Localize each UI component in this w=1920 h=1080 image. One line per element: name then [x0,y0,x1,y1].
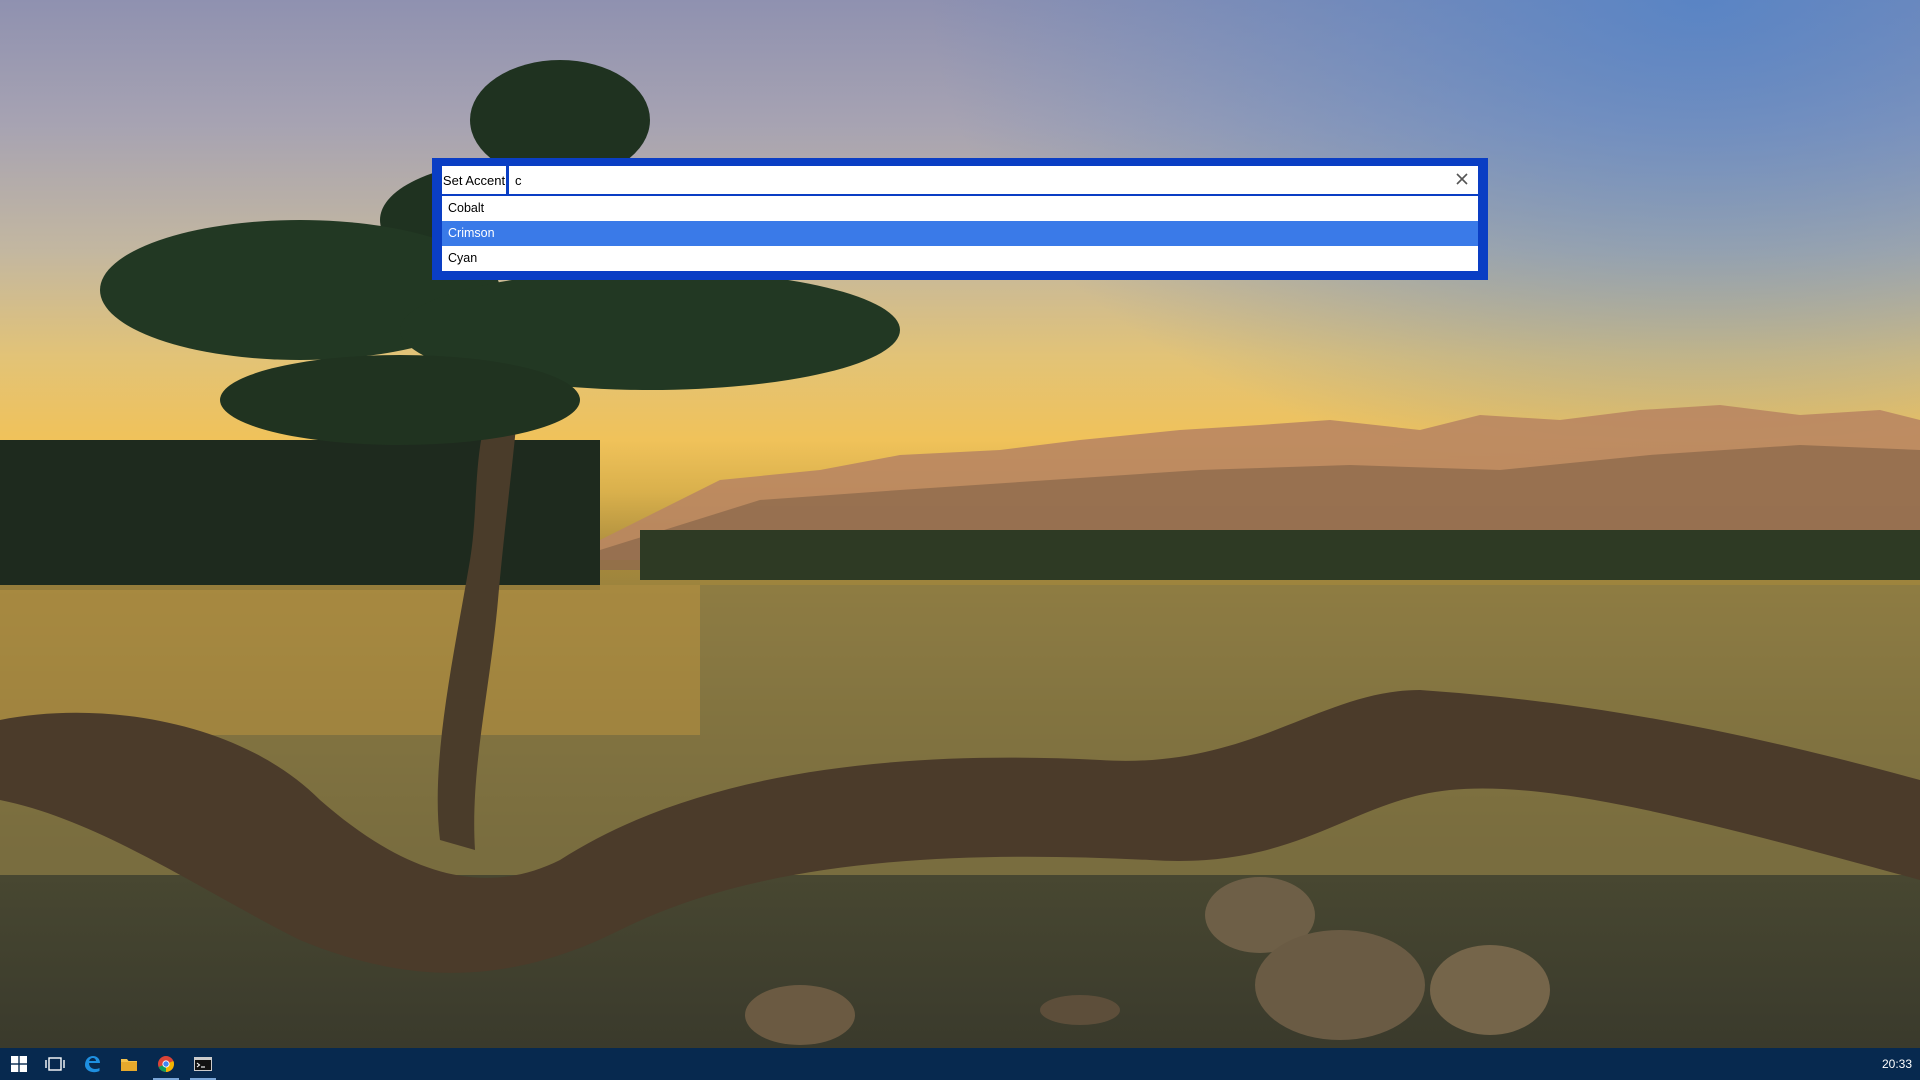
edge-taskbar-button[interactable] [73,1048,111,1080]
search-box [509,166,1478,194]
command-prompt-icon [194,1057,212,1071]
result-item-cyan[interactable]: Cyan [442,246,1478,271]
command-palette: Set Accent Cobalt Crimson Cyan [432,158,1488,280]
task-view-icon [45,1057,65,1071]
edge-browser-icon [85,1056,100,1073]
command-row: Set Accent [442,166,1478,194]
task-view-button[interactable] [36,1048,74,1080]
command-label: Set Accent [442,166,509,194]
windows-start-icon [11,1056,27,1072]
search-input[interactable] [509,167,1478,193]
start-button[interactable] [0,1048,38,1080]
clear-button[interactable] [1452,169,1472,189]
close-icon [1456,173,1468,185]
result-item-crimson[interactable]: Crimson [442,221,1478,246]
chrome-taskbar-button[interactable] [147,1048,185,1080]
system-clock[interactable]: 20:33 [1882,1048,1912,1080]
command-prompt-taskbar-button[interactable] [184,1048,222,1080]
file-explorer-icon [121,1059,137,1071]
result-item-cobalt[interactable]: Cobalt [442,196,1478,221]
chrome-icon [158,1056,174,1072]
taskbar: 20:33 [0,1048,1920,1080]
results-list: Cobalt Crimson Cyan [442,196,1478,271]
file-explorer-taskbar-button[interactable] [110,1048,148,1080]
